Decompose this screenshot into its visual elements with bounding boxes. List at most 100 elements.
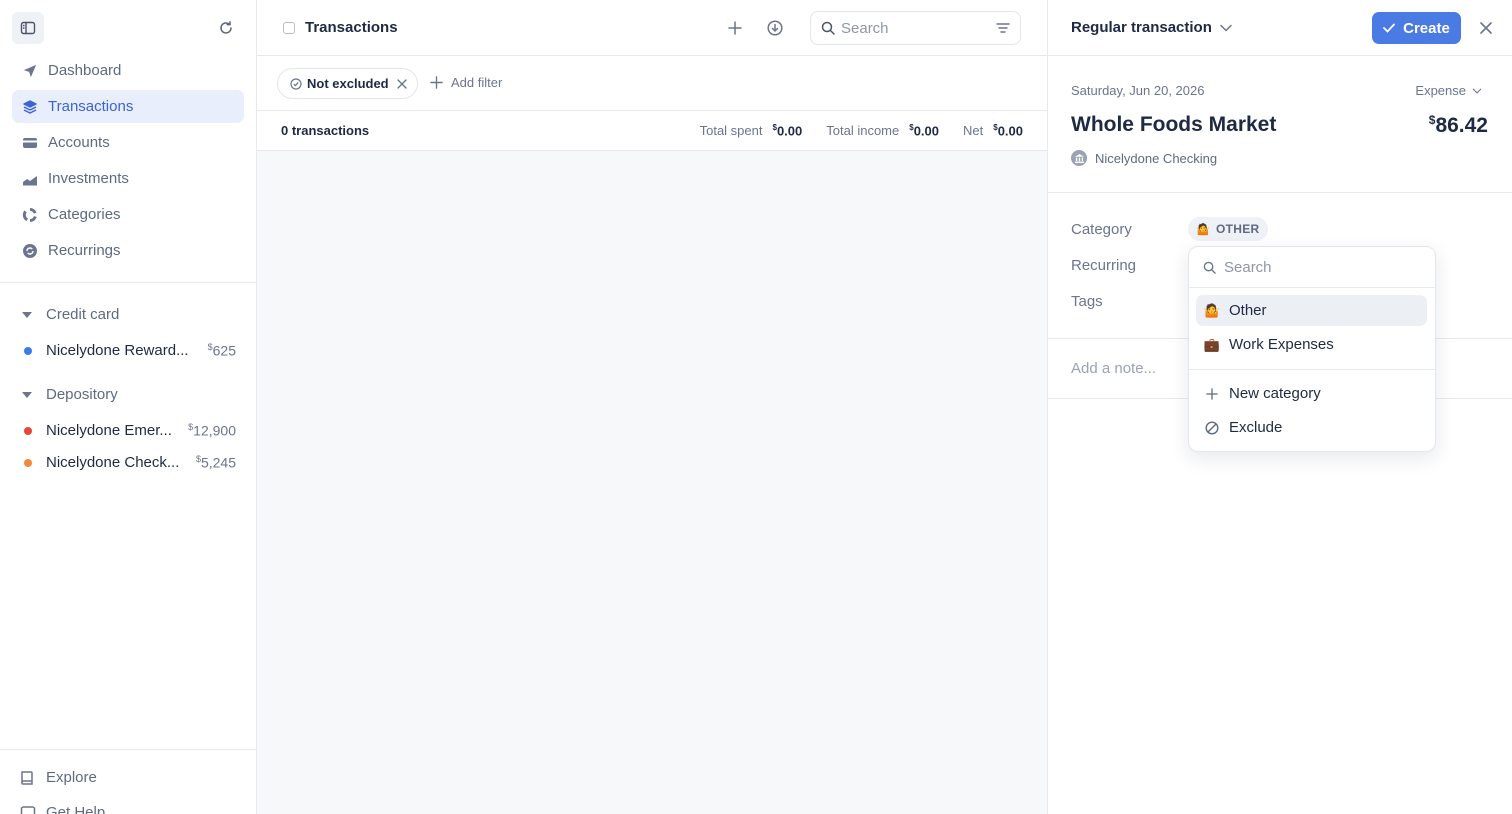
plus-icon	[728, 21, 742, 35]
plus-icon	[1204, 387, 1220, 400]
get-help-link[interactable]: Get Help	[20, 804, 105, 814]
sidebar-item-accounts[interactable]: Accounts	[12, 126, 244, 159]
send-icon	[22, 63, 38, 79]
filter-chip-not-excluded[interactable]: Not excluded	[277, 68, 418, 99]
new-category-button[interactable]: New category	[1196, 378, 1427, 409]
account-color-dot	[24, 426, 32, 435]
explore-link[interactable]: Explore	[20, 769, 97, 786]
account-balance: $5,245	[195, 454, 236, 471]
transactions-summary: 0 transactions Total spent $0.00 Total i…	[257, 111, 1047, 151]
account-name: Nicelydone Check...	[46, 454, 180, 471]
layers-icon	[22, 99, 38, 115]
category-label: Category	[1071, 221, 1132, 238]
card-icon	[22, 135, 38, 151]
search-input[interactable]: Search	[810, 11, 1021, 45]
transaction-type-select[interactable]: Regular transaction	[1071, 19, 1232, 36]
group-credit-card[interactable]: Credit card	[22, 306, 119, 323]
filter-icon[interactable]	[996, 22, 1010, 34]
sidebar-item-label: Investments	[48, 170, 129, 187]
sidebar-item-categories[interactable]: Categories	[12, 198, 244, 231]
recurring-label: Recurring	[1071, 257, 1137, 274]
sidebar: Dashboard Transactions Accounts Investme…	[0, 0, 257, 814]
sidebar-item-label: Transactions	[48, 98, 134, 115]
account-name: Nicelydone Emer...	[46, 422, 172, 439]
account-color-dot	[24, 458, 32, 467]
select-all-checkbox[interactable]	[283, 22, 295, 34]
briefcase-icon: 💼	[1203, 336, 1221, 352]
refresh-button[interactable]	[210, 12, 242, 44]
transactions-main: Transactions Search Not excluded Add fil…	[257, 0, 1047, 814]
transaction-date[interactable]: Saturday, Jun 20, 2026	[1071, 83, 1204, 98]
sidebar-nav: Dashboard Transactions Accounts Investme…	[12, 54, 244, 270]
sidebar-divider	[0, 749, 256, 750]
category-dropdown: Search 🤷 Other 💼 Work Expenses New categ…	[1188, 246, 1436, 452]
category-badge[interactable]: 🤷 OTHER	[1188, 217, 1268, 241]
sidebar-top	[12, 12, 242, 44]
panel-header: Regular transaction Create	[1048, 0, 1512, 56]
exclude-button[interactable]: Exclude	[1196, 412, 1427, 443]
category-option-other[interactable]: 🤷 Other	[1196, 295, 1427, 326]
account-item[interactable]: Nicelydone Reward... $625	[24, 342, 236, 359]
chevron-down-icon	[1220, 24, 1232, 32]
chart-icon	[22, 171, 38, 187]
filter-chip-label: Not excluded	[307, 76, 389, 91]
sidebar-item-transactions[interactable]: Transactions	[12, 90, 244, 123]
account-color-dot	[24, 346, 32, 355]
account-item[interactable]: Nicelydone Check... $5,245	[24, 454, 236, 471]
download-button[interactable]	[763, 16, 787, 40]
help-icon	[20, 805, 36, 814]
page-title: Transactions	[305, 19, 398, 36]
sidebar-icon	[20, 21, 36, 35]
sidebar-item-recurrings[interactable]: Recurrings	[12, 234, 244, 267]
close-icon	[1480, 22, 1492, 34]
sidebar-item-label: Recurrings	[48, 242, 121, 259]
add-filter-button[interactable]: Add filter	[430, 75, 502, 90]
search-icon	[821, 21, 835, 35]
sidebar-divider	[0, 282, 256, 283]
group-depository[interactable]: Depository	[22, 386, 118, 403]
total-spent-label: Total spent	[699, 123, 763, 138]
main-header: Transactions Search	[257, 0, 1047, 56]
sidebar-item-label: Categories	[48, 206, 121, 223]
dropdown-divider	[1189, 369, 1435, 370]
note-input[interactable]: Add a note...	[1071, 360, 1156, 377]
shrug-icon: 🤷	[1196, 223, 1210, 236]
category-option-work-expenses[interactable]: 💼 Work Expenses	[1196, 329, 1427, 360]
sidebar-item-investments[interactable]: Investments	[12, 162, 244, 195]
transaction-amount[interactable]: $86.42	[1429, 113, 1488, 138]
ban-icon	[1204, 420, 1220, 435]
account-balance: $625	[207, 342, 236, 359]
bank-icon	[1071, 150, 1087, 166]
expense-select[interactable]: Expense	[1415, 83, 1482, 98]
close-panel-button[interactable]	[1474, 16, 1498, 40]
plus-icon	[430, 76, 443, 89]
tags-label: Tags	[1071, 293, 1103, 310]
filter-bar: Not excluded Add filter	[257, 56, 1047, 111]
net-label: Net	[963, 123, 984, 138]
check-icon	[1383, 23, 1396, 33]
download-icon	[767, 20, 783, 36]
shrug-icon: 🤷	[1203, 302, 1221, 318]
refresh-icon	[220, 21, 232, 34]
book-icon	[20, 770, 36, 786]
sidebar-item-dashboard[interactable]: Dashboard	[12, 54, 244, 87]
account-select[interactable]: Nicelydone Checking	[1071, 150, 1217, 166]
add-transaction-button[interactable]	[723, 16, 747, 40]
merchant-name[interactable]: Whole Foods Market	[1071, 113, 1276, 137]
total-income-label: Total income	[826, 123, 900, 138]
search-icon	[1203, 261, 1216, 274]
sidebar-item-label: Dashboard	[48, 62, 122, 79]
remove-filter-icon[interactable]	[396, 78, 407, 89]
chevron-down-icon	[1472, 88, 1482, 94]
recurring-icon	[22, 243, 38, 259]
group-label: Depository	[46, 386, 118, 403]
create-button[interactable]: Create	[1372, 12, 1461, 44]
toggle-sidebar-button[interactable]	[12, 12, 44, 44]
panel-divider	[1048, 192, 1512, 193]
group-label: Credit card	[46, 306, 120, 323]
account-item[interactable]: Nicelydone Emer... $12,900	[24, 422, 236, 439]
category-search-input[interactable]: Search	[1189, 247, 1435, 288]
net-value: $0.00	[993, 122, 1023, 139]
caret-down-icon	[22, 391, 32, 398]
total-income-value: $0.00	[909, 122, 939, 139]
